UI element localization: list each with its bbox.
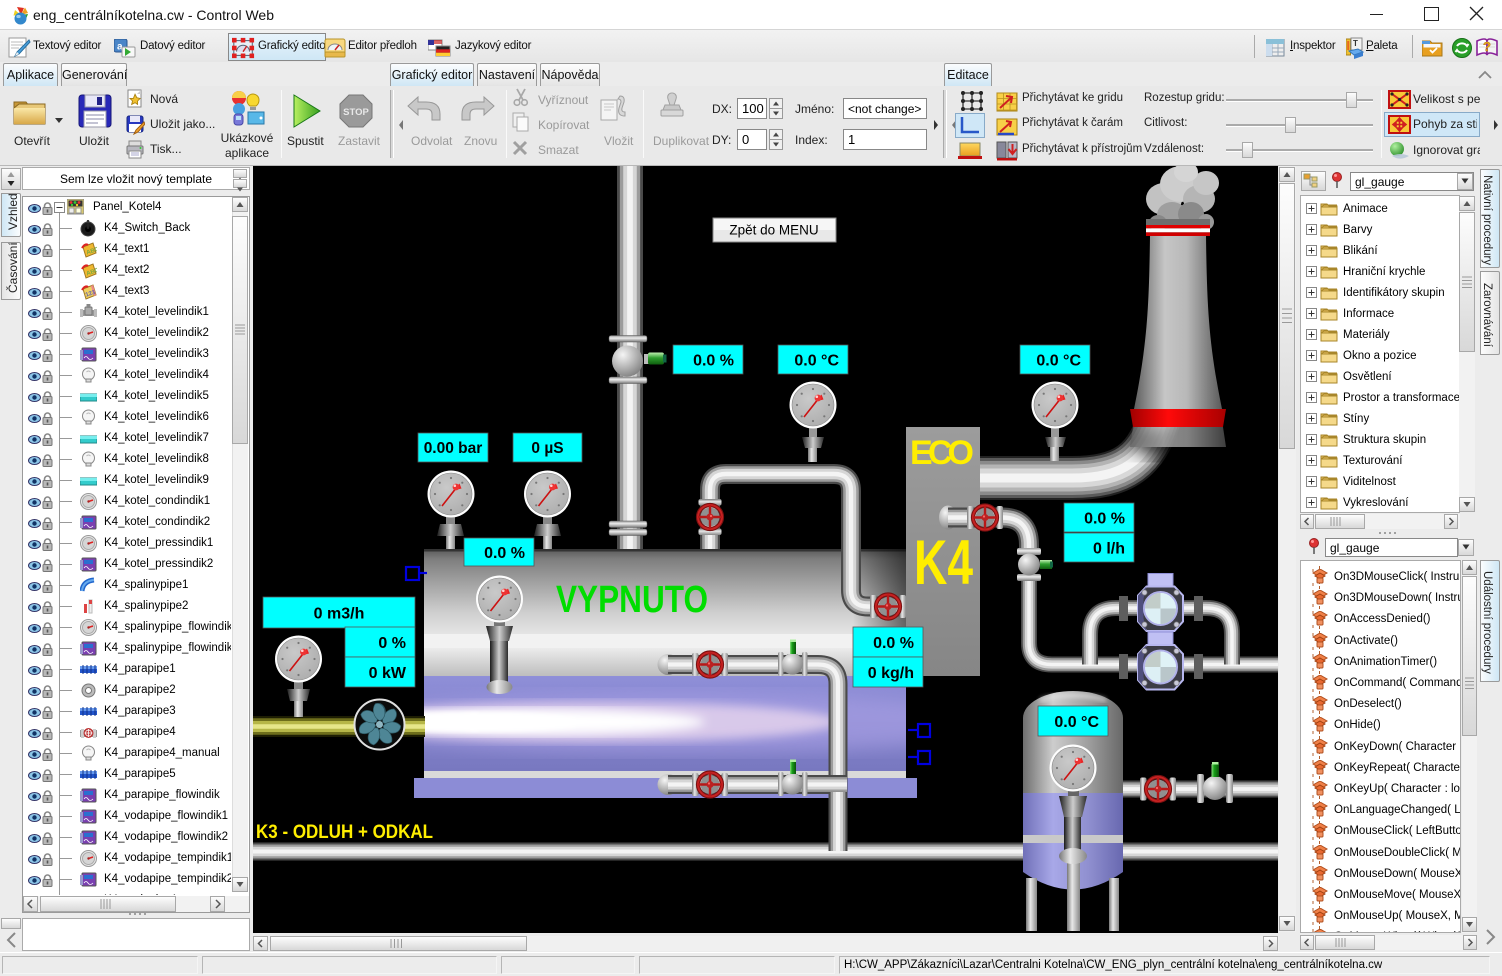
- svg-text:0 %: 0 %: [378, 635, 406, 652]
- svg-text:Zpět do MENU: Zpět do MENU: [729, 223, 818, 238]
- svg-text:0.00 bar: 0.00 bar: [424, 440, 483, 457]
- svg-text:0.0 %: 0.0 %: [484, 545, 525, 562]
- svg-text:T: T: [1353, 39, 1358, 48]
- svg-text:0 m3/h: 0 m3/h: [314, 605, 365, 622]
- svg-text:0 l/h: 0 l/h: [1093, 540, 1125, 557]
- svg-text:STOP: STOP: [343, 107, 369, 118]
- svg-text:0 kg/h: 0 kg/h: [868, 665, 914, 682]
- svg-text:0.0 %: 0.0 %: [1084, 510, 1125, 527]
- svg-text:VYPNUTO: VYPNUTO: [556, 579, 708, 621]
- svg-text:0.0 °C: 0.0 °C: [1036, 352, 1081, 369]
- svg-text:0.0 °C: 0.0 °C: [794, 352, 839, 369]
- svg-text:0.0 %: 0.0 %: [693, 352, 734, 369]
- svg-text:0 µS: 0 µS: [531, 440, 563, 457]
- svg-text:0 kW: 0 kW: [369, 665, 407, 682]
- svg-text:K3 - ODLUH + ODKAL: K3 - ODLUH + ODKAL: [256, 821, 433, 843]
- svg-text:0.0 °C: 0.0 °C: [1054, 714, 1099, 731]
- svg-text:0.0 %: 0.0 %: [873, 635, 914, 652]
- svg-text:K4: K4: [914, 528, 973, 598]
- svg-text:?: ?: [1483, 39, 1491, 54]
- svg-text:ECO: ECO: [910, 434, 974, 472]
